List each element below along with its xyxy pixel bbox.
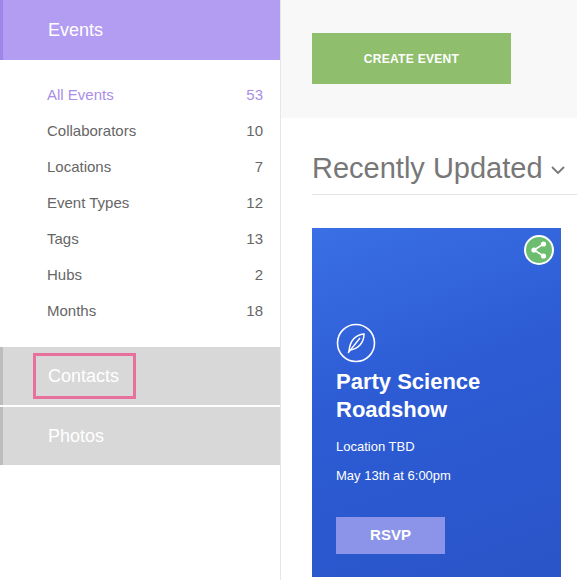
event-title: Party Science Roadshow <box>336 368 541 424</box>
section-label-wrap: Contacts <box>33 353 136 399</box>
event-card[interactable]: Party Science Roadshow Location TBD May 13… <box>312 228 561 577</box>
item-label: Event Types <box>47 192 129 215</box>
section-label-wrap: Events <box>33 7 120 53</box>
sidebar-item[interactable]: Hubs 2 <box>47 257 263 293</box>
section-label[interactable]: Photos <box>33 413 121 459</box>
rsvp-button[interactable]: RSVP <box>336 517 445 554</box>
section-label-wrap: Photos <box>33 413 121 459</box>
item-label: Tags <box>47 228 79 251</box>
share-icon <box>523 234 555 266</box>
sidebar-item[interactable]: Event Types 12 <box>47 185 263 221</box>
sidebar: Events All Events 53 Collaborators 10 Locatio… <box>0 0 281 580</box>
create-event-button[interactable]: CREATE EVENT <box>312 33 511 84</box>
main-content: CREATE EVENT Recently Updated Party Scienc… <box>281 0 577 580</box>
chevron-down-icon <box>549 161 567 179</box>
item-count: 12 <box>246 192 263 215</box>
event-date: May 13th at 6:00pm <box>336 467 451 485</box>
sidebar-section[interactable]: Photos <box>0 407 280 465</box>
leaf-icon <box>336 323 376 363</box>
section-header: Recently Updated <box>281 118 577 195</box>
toolbar: CREATE EVENT <box>281 0 577 118</box>
item-count: 18 <box>246 300 263 323</box>
item-label: Collaborators <box>47 120 136 143</box>
item-count: 13 <box>246 228 263 251</box>
sidebar-section[interactable]: Contacts <box>0 347 280 405</box>
sidebar-item[interactable]: Collaborators 10 <box>47 113 263 149</box>
item-count: 7 <box>255 156 263 179</box>
sidebar-item[interactable]: All Events 53 <box>47 77 263 113</box>
sidebar-item[interactable]: Locations 7 <box>47 149 263 185</box>
sidebar-section[interactable]: Events <box>0 0 280 60</box>
section-title[interactable]: Recently Updated <box>312 148 577 195</box>
item-count: 53 <box>246 84 263 107</box>
sidebar-item[interactable]: Months 18 <box>47 293 263 329</box>
item-label: Locations <box>47 156 111 179</box>
sidebar-item[interactable]: Tags 13 <box>47 221 263 257</box>
sidebar-list: All Events 53 Collaborators 10 Locations 7 Eve… <box>0 60 280 345</box>
event-location: Location TBD <box>336 438 415 456</box>
item-count: 10 <box>246 120 263 143</box>
section-title-text: Recently Updated <box>312 152 543 184</box>
item-label: Months <box>47 300 96 323</box>
item-count: 2 <box>255 264 263 287</box>
section-label[interactable]: Events <box>33 7 120 53</box>
section-label[interactable]: Contacts <box>33 353 136 399</box>
item-label: Hubs <box>47 264 82 287</box>
item-label: All Events <box>47 84 114 107</box>
